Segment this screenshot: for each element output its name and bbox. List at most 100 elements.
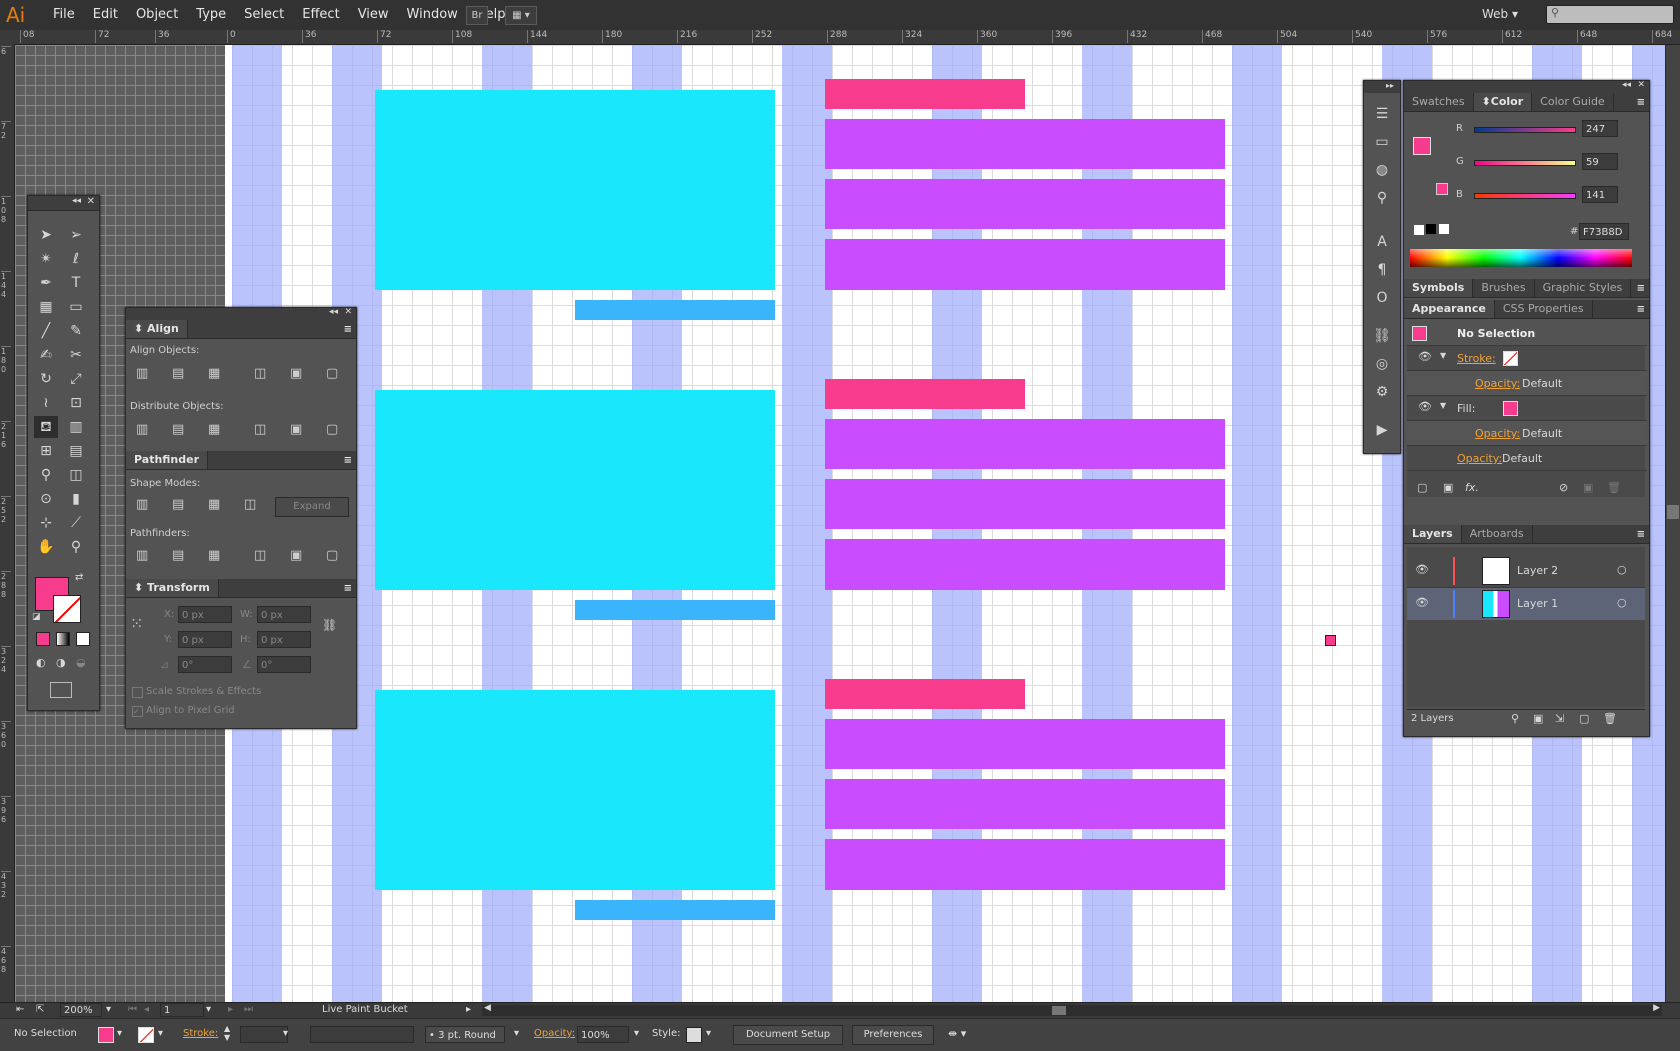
default-colors-icon[interactable]: ◪ bbox=[32, 612, 41, 622]
pathfinder-icon[interactable]: ▥ bbox=[136, 548, 148, 563]
panel-group-header[interactable]: ◂◂ ✕ bbox=[1404, 80, 1649, 93]
stroke-none-swatch[interactable] bbox=[1503, 351, 1518, 366]
cyan-block[interactable] bbox=[375, 90, 775, 290]
free-transform-tool-icon[interactable]: ⊡ bbox=[64, 392, 88, 414]
fill-opacity-row[interactable]: Opacity: Default bbox=[1407, 421, 1647, 446]
links-icon[interactable]: ⛓ bbox=[1370, 325, 1394, 347]
align-icon[interactable]: ▥ bbox=[136, 366, 148, 381]
tab-color-guide[interactable]: Color Guide bbox=[1532, 93, 1614, 111]
white-swatch[interactable] bbox=[1439, 224, 1449, 234]
tab-color[interactable]: ⬍Color bbox=[1473, 93, 1533, 111]
graph-tool-icon[interactable]: ▮ bbox=[64, 488, 88, 510]
zoom-field[interactable]: 200% bbox=[60, 1003, 102, 1017]
gradient-tool-icon[interactable]: ▤ bbox=[64, 440, 88, 462]
preferences-button[interactable]: Preferences bbox=[852, 1025, 934, 1045]
layer-name[interactable]: Layer 2 bbox=[1517, 564, 1558, 577]
panel-menu-icon[interactable]: ≡ bbox=[1637, 304, 1645, 315]
brush-dropdown-icon[interactable]: ▾ bbox=[514, 1028, 519, 1039]
g-field[interactable]: 59 bbox=[1582, 153, 1618, 170]
fill-dropdown-icon[interactable]: ▾ bbox=[117, 1028, 122, 1039]
blue-bar[interactable] bbox=[575, 300, 775, 320]
menu-select[interactable]: Select bbox=[235, 7, 293, 22]
eye-icon[interactable]: 👁 bbox=[1418, 350, 1432, 363]
style-dropdown-icon[interactable]: ▾ bbox=[706, 1028, 711, 1039]
draw-behind-icon[interactable]: ◑ bbox=[56, 656, 66, 669]
scroll-thumb[interactable] bbox=[1667, 505, 1679, 519]
fill-row[interactable]: 👁 ▼ Fill: bbox=[1407, 396, 1647, 421]
opacity-link[interactable]: Opacity: bbox=[1475, 427, 1520, 440]
selection-tool-icon[interactable]: ➤ bbox=[34, 224, 58, 246]
purple-bar[interactable] bbox=[825, 719, 1225, 769]
pink-bar[interactable] bbox=[825, 679, 1025, 709]
paintbrush-tool-icon[interactable]: ╱ bbox=[34, 320, 58, 342]
vertical-scrollbar[interactable] bbox=[1665, 45, 1680, 1002]
tab-graphic-styles[interactable]: Graphic Styles bbox=[1534, 279, 1632, 297]
cyan-block[interactable] bbox=[375, 390, 775, 590]
artboard-nav-icon[interactable]: ⇤ bbox=[16, 1004, 24, 1015]
stroke-weight-field[interactable] bbox=[240, 1026, 288, 1043]
close-icon[interactable]: ✕ bbox=[87, 196, 95, 207]
disclosure-triangle-icon[interactable]: ▼ bbox=[1440, 401, 1446, 410]
expand-button[interactable]: Expand bbox=[275, 497, 349, 517]
character-icon[interactable]: A bbox=[1370, 231, 1394, 253]
h-field[interactable]: 0 px bbox=[257, 631, 311, 648]
shape-mode-icon[interactable]: ▤ bbox=[172, 497, 184, 512]
search-adjust-icon[interactable]: ⚲ bbox=[1370, 187, 1394, 209]
distribute-icon[interactable]: ◫ bbox=[254, 422, 266, 437]
symbol-sprayer-tool-icon[interactable]: ⊙ bbox=[34, 488, 58, 510]
tab-symbols[interactable]: Symbols bbox=[1404, 279, 1474, 297]
artboard-tool-icon[interactable]: ⊹ bbox=[34, 512, 58, 534]
black-swatch[interactable] bbox=[1426, 224, 1436, 234]
opacity-link[interactable]: Opacity: bbox=[1457, 452, 1502, 465]
paragraph-icon[interactable]: ¶ bbox=[1370, 259, 1394, 281]
type-tool-icon[interactable]: T bbox=[64, 272, 88, 294]
align-icon[interactable]: ▦ bbox=[208, 366, 220, 381]
stroke-stepper-icon[interactable]: ▲ ▼ bbox=[224, 1024, 230, 1042]
w-field[interactable]: 0 px bbox=[257, 606, 311, 623]
menu-object[interactable]: Object bbox=[127, 7, 187, 22]
align-icon[interactable]: ▢ bbox=[326, 366, 338, 381]
purple-bar[interactable] bbox=[825, 479, 1225, 529]
purple-bar[interactable] bbox=[825, 179, 1225, 229]
next-artboard-icon[interactable]: ▸ bbox=[228, 1004, 233, 1015]
dock-header[interactable]: ▸▸ bbox=[1364, 81, 1400, 93]
menu-effect[interactable]: Effect bbox=[293, 7, 348, 22]
color-spectrum[interactable] bbox=[1410, 249, 1632, 267]
live-paint-bucket-tool-icon[interactable]: ⛾ bbox=[34, 416, 58, 438]
new-layer-icon[interactable]: ▢ bbox=[1579, 712, 1589, 725]
layer-row[interactable]: 👁 Layer 2 ○ bbox=[1407, 555, 1645, 588]
y-field[interactable]: 0 px bbox=[178, 631, 232, 648]
magic-wand-tool-icon[interactable]: ✴ bbox=[34, 248, 58, 270]
out-of-gamut-swatch[interactable] bbox=[1436, 183, 1448, 195]
play-icon[interactable]: ▶ bbox=[1370, 419, 1394, 441]
purple-bar[interactable] bbox=[825, 539, 1225, 590]
eye-icon[interactable]: 👁 bbox=[1418, 400, 1432, 413]
purple-bar[interactable] bbox=[825, 779, 1225, 829]
pathfinder-icon[interactable]: ◫ bbox=[254, 548, 266, 563]
stroke-swatch[interactable] bbox=[53, 595, 81, 623]
transparency-icon[interactable]: ◍ bbox=[1370, 159, 1394, 181]
zoom-dropdown-icon[interactable]: ▾ bbox=[106, 1004, 111, 1015]
b-field[interactable]: 141 bbox=[1582, 186, 1618, 203]
blob-brush-tool-icon[interactable]: ✍ bbox=[34, 344, 58, 366]
tools-panel-header[interactable]: ◂◂ ✕ bbox=[28, 196, 99, 211]
control-stroke-swatch[interactable] bbox=[138, 1027, 154, 1043]
panel-menu-icon[interactable]: ≡ bbox=[1637, 283, 1645, 294]
direct-selection-tool-icon[interactable]: ➢ bbox=[64, 224, 88, 246]
variable-width-dropdown[interactable] bbox=[310, 1026, 414, 1043]
tab-swatches[interactable]: Swatches bbox=[1404, 93, 1474, 111]
panel-menu-icon[interactable]: ≡ bbox=[1637, 97, 1645, 108]
stroke-opacity-row[interactable]: Opacity: Default bbox=[1407, 371, 1647, 396]
arrange-icon[interactable]: ⇼ ▾ bbox=[948, 1027, 966, 1040]
purple-bar[interactable] bbox=[825, 119, 1225, 169]
distribute-icon[interactable]: ▥ bbox=[136, 422, 148, 437]
opacity-link[interactable]: Opacity: bbox=[534, 1028, 575, 1039]
layer-name[interactable]: Layer 1 bbox=[1517, 597, 1558, 610]
duplicate-item-icon[interactable]: ▣ bbox=[1583, 481, 1593, 494]
distribute-icon[interactable]: ▤ bbox=[172, 422, 184, 437]
scroll-left-icon[interactable]: ◀ bbox=[484, 1003, 491, 1013]
eyedropper-tool-icon[interactable]: ⚲ bbox=[34, 464, 58, 486]
delete-layer-icon[interactable]: 🗑 bbox=[1603, 712, 1617, 725]
opacity-dropdown-icon[interactable]: ▾ bbox=[634, 1028, 639, 1039]
panel-menu-icon[interactable]: ≡ bbox=[1637, 529, 1645, 540]
